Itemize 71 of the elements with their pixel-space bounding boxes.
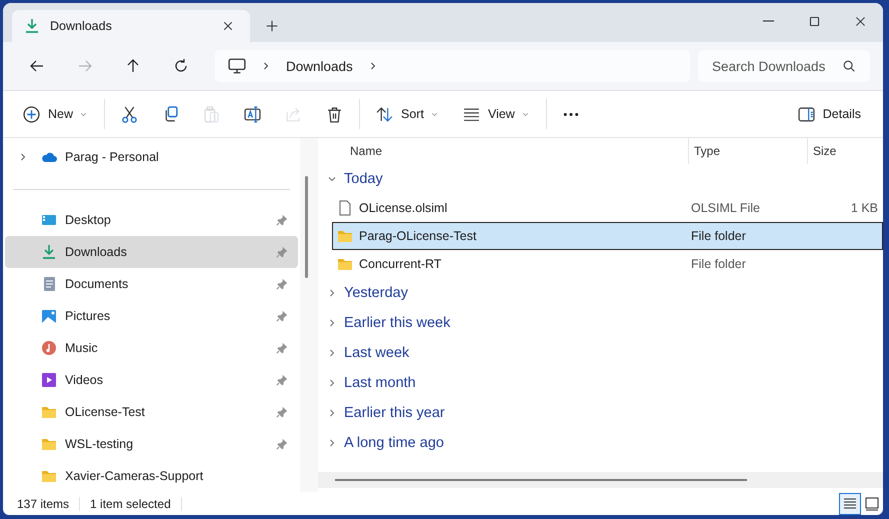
group-header[interactable]: Last week xyxy=(318,338,883,368)
group-header[interactable]: Today xyxy=(318,164,883,194)
file-name: Concurrent-RT xyxy=(359,257,442,271)
download-icon xyxy=(41,244,57,260)
column-header[interactable]: Name xyxy=(318,138,688,164)
sidebar-item[interactable]: Downloads xyxy=(5,236,298,268)
breadcrumb-item[interactable]: Downloads xyxy=(286,58,353,74)
horizontal-scrollbar[interactable] xyxy=(318,472,883,488)
column-header[interactable]: Type xyxy=(688,138,807,164)
column-header[interactable]: Size xyxy=(807,138,883,164)
status-text: 137 items xyxy=(16,496,70,510)
status-text: 1 item selected xyxy=(89,496,172,510)
sidebar-item[interactable]: WSL-testing xyxy=(5,428,298,460)
address-bar[interactable]: Downloads xyxy=(215,50,690,82)
download-icon xyxy=(24,18,40,34)
sidebar-item[interactable]: Music xyxy=(5,332,298,364)
minimize-icon xyxy=(762,20,774,22)
folder-icon xyxy=(337,256,353,272)
file-name: Parag-OLicense-Test xyxy=(359,229,476,243)
video-icon xyxy=(41,372,57,388)
folder-icon xyxy=(41,468,57,484)
group-header[interactable]: Earlier this year xyxy=(318,398,883,428)
details-view-button[interactable] xyxy=(839,492,861,514)
file-row[interactable]: Parag-OLicense-Test File folder xyxy=(332,222,883,250)
sort-button[interactable]: Sort xyxy=(364,97,451,131)
folder-icon xyxy=(41,436,57,452)
back-arrow-icon xyxy=(29,58,45,74)
new-button[interactable]: New xyxy=(11,97,100,131)
group-header[interactable]: Earlier this week xyxy=(318,308,883,338)
file-icon xyxy=(337,200,353,216)
file-size: 1 KB xyxy=(850,201,878,215)
tab-title: Downloads xyxy=(50,19,113,33)
scrollbar-thumb[interactable] xyxy=(305,176,308,278)
sidebar-item[interactable]: Xavier-Cameras-Support xyxy=(5,460,298,492)
group-header[interactable]: Last month xyxy=(318,368,883,398)
search-field[interactable]: Search Downloads xyxy=(712,54,842,78)
monitor-icon xyxy=(228,57,246,75)
sidebar-item[interactable]: Videos xyxy=(5,364,298,396)
file-type: File folder xyxy=(691,257,746,271)
view-button[interactable]: View xyxy=(450,97,542,131)
music-icon xyxy=(41,340,57,356)
details-button[interactable]: Details xyxy=(786,97,873,131)
refresh-icon xyxy=(173,58,189,74)
file-name: OLicense.olsiml xyxy=(359,201,448,215)
close-icon xyxy=(854,14,866,28)
picture-icon xyxy=(41,308,57,324)
list-icon xyxy=(842,496,858,512)
plus-icon xyxy=(265,19,279,33)
search-icon xyxy=(842,59,856,73)
folder-icon xyxy=(41,404,57,420)
sidebar-item[interactable]: Documents xyxy=(5,268,298,300)
tab[interactable]: Downloads xyxy=(12,10,250,42)
search-box[interactable]: Search Downloads xyxy=(698,50,870,82)
up-arrow-icon xyxy=(125,58,141,74)
group-header[interactable]: Yesterday xyxy=(318,278,883,308)
file-type: OLSIML File xyxy=(691,201,760,215)
desktop-icon xyxy=(41,212,57,228)
group-header[interactable]: A long time ago xyxy=(318,428,883,458)
file-row[interactable]: OLicense.olsiml OLSIML File 1 KB xyxy=(332,194,883,222)
tiles-icon xyxy=(864,496,880,512)
file-type: File folder xyxy=(691,229,746,243)
close-icon xyxy=(222,20,234,32)
folder-icon xyxy=(337,228,353,244)
sidebar-item[interactable]: Pictures xyxy=(5,300,298,332)
document-icon xyxy=(41,276,57,292)
maximize-icon xyxy=(808,14,820,28)
forward-arrow-icon xyxy=(77,58,93,74)
sidebar-item[interactable]: OLicense-Test xyxy=(5,396,298,428)
sidebar-item[interactable]: Desktop xyxy=(5,204,298,236)
sidebar-item[interactable]: Parag - Personal xyxy=(5,141,298,173)
file-row[interactable]: Concurrent-RT File folder xyxy=(332,250,883,278)
